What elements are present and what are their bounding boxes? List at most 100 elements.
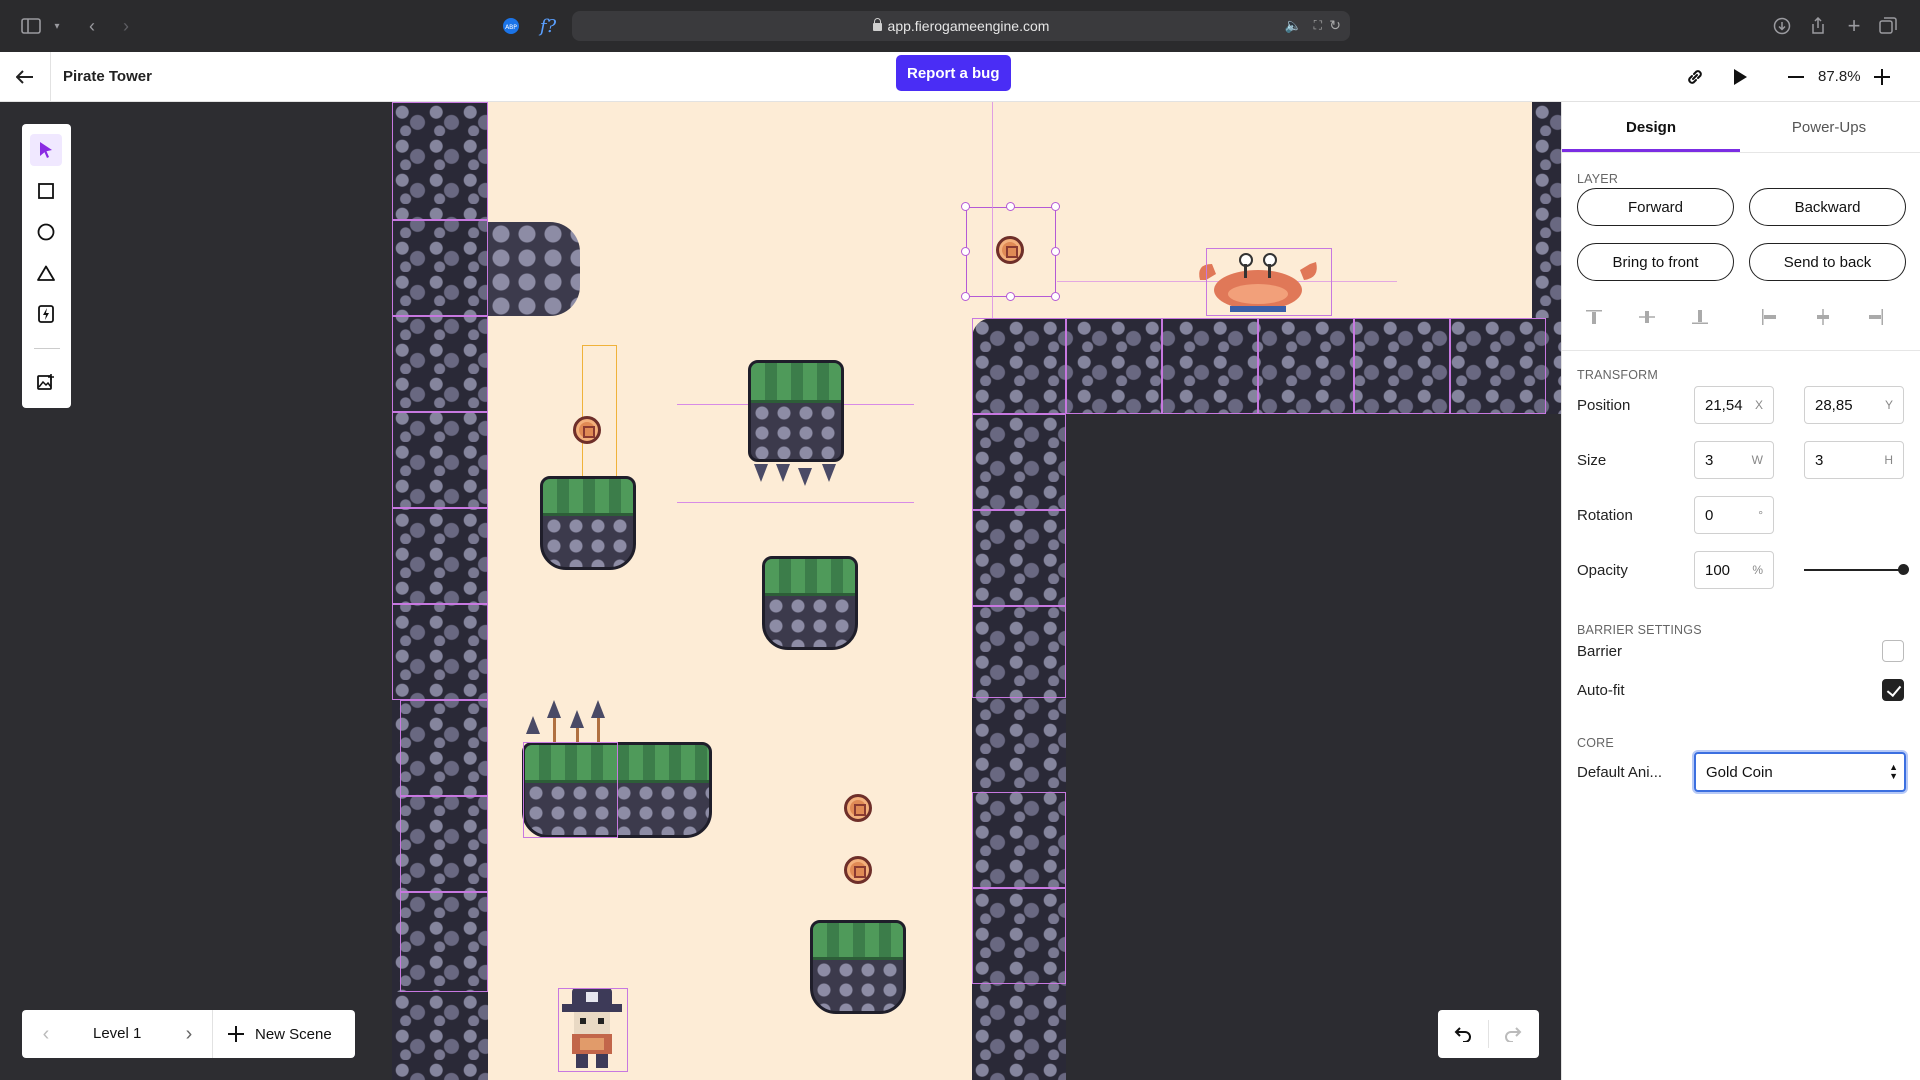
crab-enemy[interactable] bbox=[1196, 250, 1320, 318]
grass-platform[interactable] bbox=[762, 556, 858, 650]
game-canvas[interactable] bbox=[392, 102, 1561, 1080]
add-image-icon bbox=[37, 374, 54, 390]
play-icon[interactable] bbox=[1726, 63, 1754, 91]
properties-panel: Design Power-Ups LAYER Forward Backward … bbox=[1561, 102, 1920, 1080]
speaker-icon[interactable]: 🔈 bbox=[1285, 17, 1302, 34]
extension-function-icon[interactable]: f? bbox=[536, 12, 560, 40]
align-center-icon[interactable] bbox=[1812, 306, 1834, 328]
backward-button[interactable]: Backward bbox=[1749, 188, 1906, 226]
grass-platform[interactable] bbox=[540, 476, 636, 570]
gold-coin[interactable] bbox=[844, 794, 872, 822]
resize-handle[interactable] bbox=[1006, 202, 1015, 211]
spike[interactable] bbox=[526, 716, 540, 734]
chevron-down-icon[interactable]: ▾ bbox=[50, 12, 64, 40]
spike[interactable] bbox=[547, 700, 561, 718]
bring-to-front-button[interactable]: Bring to front bbox=[1577, 243, 1734, 281]
divider bbox=[1562, 152, 1920, 153]
circle-tool[interactable] bbox=[30, 216, 62, 248]
pirate-player[interactable] bbox=[558, 988, 626, 1070]
address-bar[interactable]: app.fierogameengine.com 🔈 ⛶ ↻ bbox=[572, 11, 1350, 41]
reload-icon[interactable]: ↻ bbox=[1329, 17, 1341, 34]
share-link-icon[interactable] bbox=[1681, 63, 1709, 91]
left-wall[interactable] bbox=[392, 992, 488, 1080]
new-scene-label: New Scene bbox=[255, 1025, 332, 1043]
opacity-slider-track[interactable] bbox=[1804, 569, 1904, 571]
triangle-tool[interactable] bbox=[30, 257, 62, 289]
spike[interactable] bbox=[798, 468, 812, 486]
grass-platform[interactable] bbox=[810, 920, 906, 1014]
default-animation-select[interactable]: Gold Coin ▲ ▼ bbox=[1694, 752, 1906, 792]
align-top-icon[interactable] bbox=[1583, 306, 1605, 328]
position-x-field[interactable]: 21,54 X bbox=[1694, 386, 1774, 424]
divider bbox=[212, 1010, 213, 1058]
rock-ledge[interactable] bbox=[488, 222, 580, 316]
new-scene-button[interactable]: New Scene bbox=[228, 1010, 332, 1058]
resize-handle[interactable] bbox=[961, 292, 970, 301]
prev-scene-icon[interactable]: ‹ bbox=[34, 1022, 58, 1046]
current-scene: Level 1 bbox=[93, 1025, 142, 1042]
translate-icon[interactable]: ⛶ bbox=[1314, 18, 1322, 33]
browser-back-icon[interactable]: ‹ bbox=[80, 12, 104, 40]
sidebar-toggle-icon[interactable] bbox=[18, 12, 44, 40]
back-button[interactable] bbox=[8, 61, 42, 93]
align-right-icon[interactable] bbox=[1865, 306, 1887, 328]
spike-pole bbox=[553, 718, 556, 742]
rectangle-tool[interactable] bbox=[30, 175, 62, 207]
divider bbox=[50, 52, 51, 102]
square-icon bbox=[38, 183, 54, 199]
tab-design[interactable]: Design bbox=[1562, 102, 1740, 152]
right-pillar[interactable] bbox=[972, 414, 1066, 1080]
send-to-back-button[interactable]: Send to back bbox=[1749, 243, 1906, 281]
gold-coin[interactable] bbox=[844, 856, 872, 884]
divider bbox=[1562, 350, 1920, 351]
report-bug-button[interactable]: Report a bug bbox=[896, 55, 1011, 91]
resize-handle[interactable] bbox=[1051, 247, 1060, 256]
grass-platform[interactable] bbox=[748, 360, 844, 462]
resize-handle[interactable] bbox=[1051, 292, 1060, 301]
spike[interactable] bbox=[754, 464, 768, 482]
resize-handle[interactable] bbox=[961, 202, 970, 211]
gold-coin[interactable] bbox=[573, 416, 601, 444]
arrow-left-icon bbox=[16, 70, 33, 84]
barrier-checkbox[interactable] bbox=[1882, 640, 1904, 662]
autofit-checkbox[interactable] bbox=[1882, 679, 1904, 701]
select-tool[interactable] bbox=[30, 134, 62, 166]
forward-button[interactable]: Forward bbox=[1577, 188, 1734, 226]
position-y-field[interactable]: 28,85 Y bbox=[1804, 386, 1904, 424]
add-image-tool[interactable] bbox=[30, 366, 62, 398]
resize-handle[interactable] bbox=[1006, 292, 1015, 301]
spike[interactable] bbox=[822, 464, 836, 482]
download-icon[interactable] bbox=[1770, 12, 1794, 40]
left-wall[interactable] bbox=[392, 102, 488, 992]
tab-overview-icon[interactable] bbox=[1876, 12, 1900, 40]
zoom-out-icon[interactable] bbox=[1782, 63, 1810, 91]
resize-handle[interactable] bbox=[1051, 202, 1060, 211]
undo-button[interactable] bbox=[1450, 1022, 1476, 1046]
zoom-in-icon[interactable] bbox=[1868, 63, 1896, 91]
spike[interactable] bbox=[570, 710, 584, 728]
share-icon[interactable] bbox=[1806, 12, 1830, 40]
spike[interactable] bbox=[776, 464, 790, 482]
resize-handle[interactable] bbox=[961, 247, 970, 256]
size-w-field[interactable]: 3 W bbox=[1694, 441, 1774, 479]
opacity-slider-handle[interactable] bbox=[1898, 564, 1909, 575]
new-tab-icon[interactable]: + bbox=[1842, 12, 1866, 40]
align-bottom-icon[interactable] bbox=[1689, 306, 1711, 328]
rock-floor[interactable] bbox=[972, 318, 1561, 414]
divider bbox=[34, 348, 60, 349]
grass-platform-wide[interactable] bbox=[522, 742, 712, 838]
gold-coin-selected[interactable] bbox=[996, 236, 1024, 264]
spike[interactable] bbox=[591, 700, 605, 718]
powerup-tool[interactable] bbox=[30, 298, 62, 330]
size-h-field[interactable]: 3 H bbox=[1804, 441, 1904, 479]
right-wall[interactable] bbox=[1532, 102, 1561, 318]
rotation-field[interactable]: 0 ° bbox=[1694, 496, 1774, 534]
opacity-field[interactable]: 100 % bbox=[1694, 551, 1774, 589]
browser-forward-icon[interactable]: › bbox=[114, 12, 138, 40]
align-middle-icon[interactable] bbox=[1636, 306, 1658, 328]
next-scene-icon[interactable]: › bbox=[177, 1022, 201, 1046]
redo-button[interactable] bbox=[1500, 1022, 1526, 1046]
extension-abp-icon[interactable]: ABP bbox=[500, 12, 522, 40]
tab-power-ups[interactable]: Power-Ups bbox=[1740, 102, 1918, 152]
align-left-icon[interactable] bbox=[1758, 306, 1780, 328]
